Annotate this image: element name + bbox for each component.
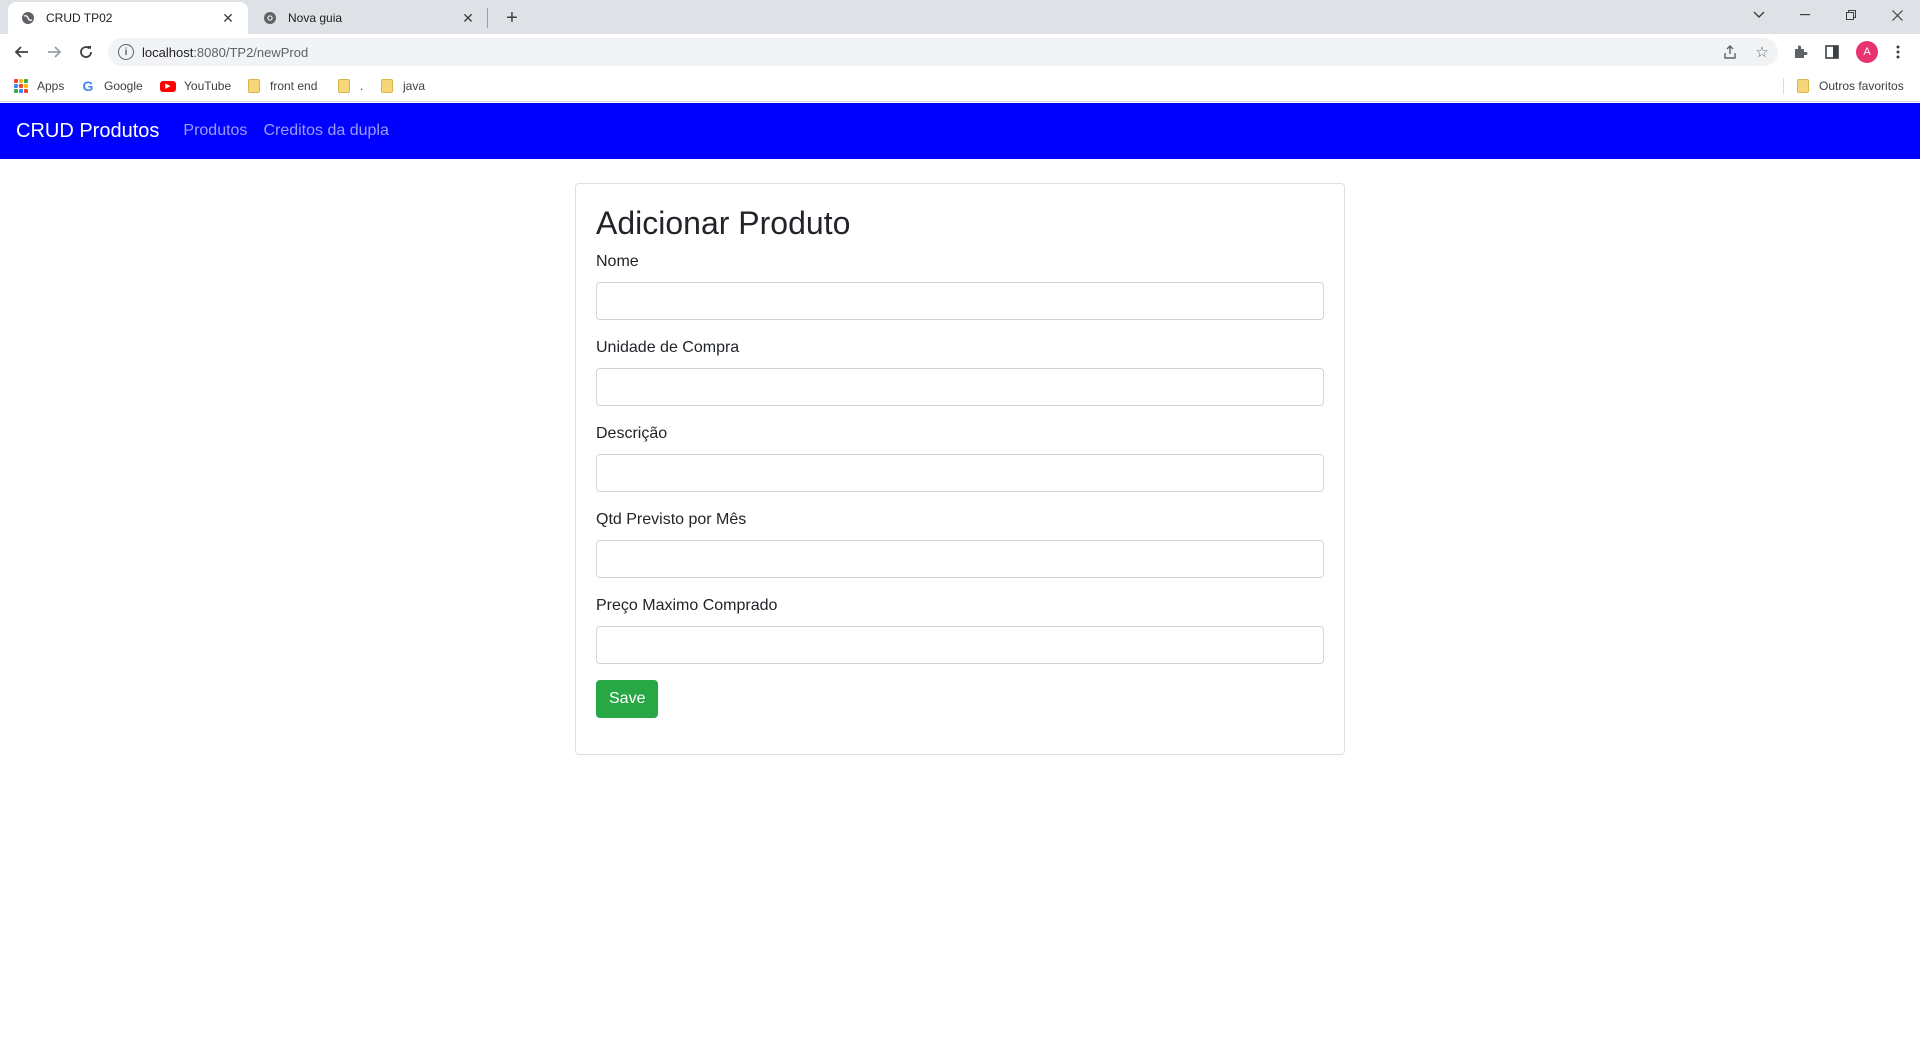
profile-avatar[interactable]: A bbox=[1856, 41, 1878, 63]
field-descricao: Descrição bbox=[596, 422, 1324, 493]
back-icon[interactable] bbox=[8, 38, 36, 66]
nome-input[interactable] bbox=[596, 282, 1324, 321]
bookmark-label: Google bbox=[104, 79, 143, 93]
restore-icon[interactable] bbox=[1828, 0, 1874, 30]
field-label: Descrição bbox=[596, 425, 668, 443]
bookmark-label: YouTube bbox=[184, 79, 232, 93]
youtube-icon: ▶ bbox=[160, 78, 176, 94]
field-label: Preço Maximo Comprado bbox=[596, 597, 778, 615]
site-info-icon[interactable]: i bbox=[118, 44, 134, 60]
bookmark-youtube[interactable]: ▶ YouTube bbox=[160, 76, 231, 96]
tab-nova-guia[interactable]: Nova guia ✕ bbox=[250, 2, 488, 34]
apps-grid-icon bbox=[13, 78, 29, 94]
bookmark-label: Apps bbox=[37, 79, 65, 93]
bookmark-label: . bbox=[360, 79, 364, 93]
menu-kebab-icon[interactable] bbox=[1888, 42, 1908, 62]
field-preco-maximo: Preço Maximo Comprado bbox=[596, 594, 1324, 665]
folder-icon bbox=[336, 78, 352, 94]
field-label: Unidade de Compra bbox=[596, 339, 740, 357]
bookmark-google[interactable]: G Google bbox=[80, 76, 143, 96]
close-window-icon[interactable] bbox=[1874, 0, 1920, 30]
unidade-compra-input[interactable] bbox=[596, 368, 1324, 407]
field-label: Qtd Previsto por Mês bbox=[596, 511, 747, 529]
address-bar[interactable]: i localhost:8080/TP2/newProd bbox=[108, 38, 1778, 66]
navbar-brand[interactable]: CRUD Produtos bbox=[16, 120, 159, 143]
tab-crud-tp02[interactable]: CRUD TP02 ✕ bbox=[8, 2, 248, 34]
descricao-input[interactable] bbox=[596, 454, 1324, 493]
google-icon: G bbox=[82, 78, 94, 94]
chrome-icon bbox=[262, 10, 278, 26]
save-button[interactable]: Save bbox=[596, 680, 659, 719]
tab-divider bbox=[487, 8, 488, 28]
bookmark-folder-front-end[interactable]: front end bbox=[246, 76, 317, 96]
url-host: localhost bbox=[142, 44, 194, 60]
tab-strip: CRUD TP02 ✕ Nova guia ✕ + bbox=[0, 0, 1920, 34]
tab-title: CRUD TP02 bbox=[46, 11, 113, 25]
preco-maximo-input[interactable] bbox=[596, 626, 1324, 665]
folder-icon bbox=[379, 78, 395, 94]
nav-link-produtos[interactable]: Produtos bbox=[183, 122, 247, 140]
qtd-previsto-input[interactable] bbox=[596, 540, 1324, 579]
app-navbar: CRUD Produtos Produtos Creditos da dupla bbox=[0, 103, 1920, 159]
bookmark-label: Outros favoritos bbox=[1819, 79, 1904, 93]
folder-icon bbox=[1795, 78, 1811, 94]
folder-icon bbox=[246, 78, 262, 94]
nav-link-creditos[interactable]: Creditos da dupla bbox=[263, 122, 388, 140]
browser-toolbar: i localhost:8080/TP2/newProd ☆ bbox=[0, 34, 1920, 70]
tab-title: Nova guia bbox=[288, 11, 343, 25]
field-nome: Nome bbox=[596, 250, 1324, 321]
bookmark-folder-dot[interactable]: . bbox=[336, 76, 363, 96]
share-icon[interactable] bbox=[1720, 42, 1740, 62]
bookmark-other-favorites[interactable]: Outros favoritos bbox=[1795, 76, 1904, 96]
reload-icon[interactable] bbox=[72, 38, 100, 66]
side-panel-icon[interactable] bbox=[1822, 42, 1842, 62]
field-label: Nome bbox=[596, 253, 639, 271]
bookmarks-divider bbox=[1783, 78, 1784, 94]
bookmark-star-icon[interactable]: ☆ bbox=[1752, 42, 1772, 62]
globe-icon bbox=[20, 10, 36, 26]
new-tab-button[interactable]: + bbox=[498, 5, 526, 31]
bookmark-folder-java[interactable]: java bbox=[379, 76, 425, 96]
close-icon[interactable]: ✕ bbox=[460, 10, 476, 26]
extensions-icon[interactable] bbox=[1790, 42, 1810, 62]
bookmark-label: java bbox=[403, 79, 426, 93]
url-path: :8080/TP2/newProd bbox=[193, 44, 309, 60]
bookmark-apps[interactable]: Apps bbox=[13, 76, 64, 96]
close-icon[interactable]: ✕ bbox=[220, 10, 236, 26]
field-qtd-previsto: Qtd Previsto por Mês bbox=[596, 508, 1324, 579]
bookmarks-bar: Apps G Google ▶ YouTube front end . java… bbox=[0, 70, 1920, 102]
bookmark-label: front end bbox=[270, 79, 318, 93]
page-title: Adicionar Produto bbox=[596, 205, 851, 241]
field-unidade-compra: Unidade de Compra bbox=[596, 336, 1324, 407]
add-product-card: Adicionar Produto Nome Unidade de Compra… bbox=[575, 183, 1345, 755]
forward-icon[interactable] bbox=[40, 38, 68, 66]
tab-search-icon[interactable] bbox=[1736, 0, 1782, 30]
minimize-icon[interactable] bbox=[1782, 0, 1828, 30]
